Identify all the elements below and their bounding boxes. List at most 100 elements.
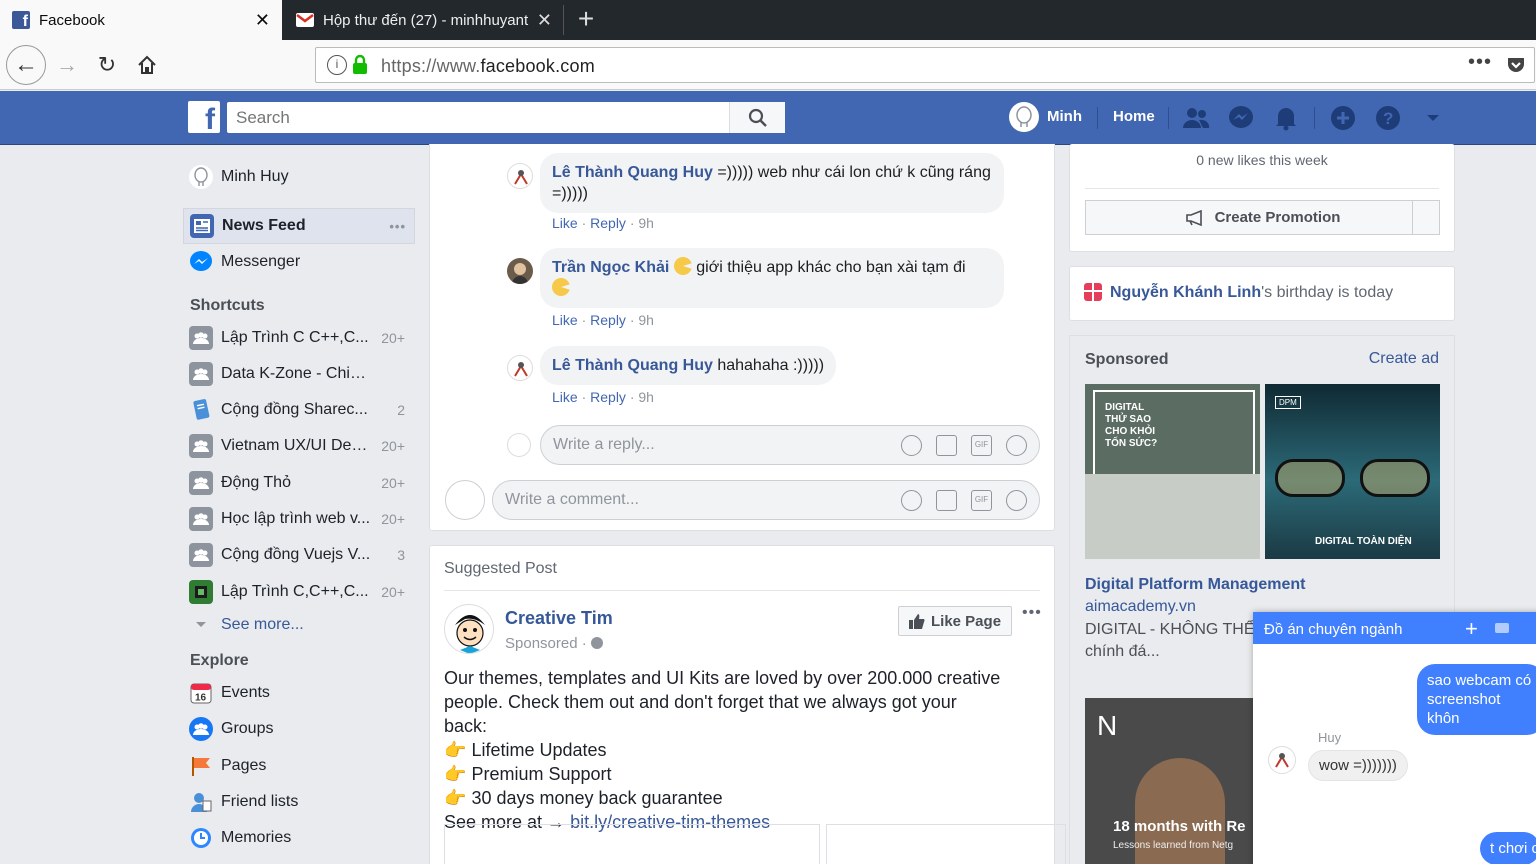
- create-plus-icon[interactable]: [1328, 103, 1358, 133]
- sidebar-item-label: Memories: [221, 829, 292, 846]
- gif-icon[interactable]: GIF: [971, 435, 992, 456]
- carousel-card[interactable]: [826, 824, 1066, 864]
- commenter-name[interactable]: Lê Thành Quang Huy: [552, 164, 713, 181]
- birthday-name-link[interactable]: Nguyễn Khánh Linh: [1110, 284, 1261, 301]
- user-avatar: [507, 433, 531, 457]
- post-options-icon[interactable]: •••: [1022, 604, 1042, 622]
- new-tab-icon[interactable]: +: [572, 4, 600, 34]
- divider: [1085, 188, 1439, 189]
- birthday-card[interactable]: Nguyễn Khánh Linh's birthday is today: [1069, 266, 1455, 321]
- gif-icon[interactable]: GIF: [971, 490, 992, 511]
- reply-link[interactable]: Reply: [590, 389, 626, 405]
- ad-image-3[interactable]: N 18 months with Re Lessons learned from…: [1085, 698, 1260, 864]
- shortcut-item[interactable]: Lập Trình C C++,C... 20+: [183, 320, 415, 356]
- shortcut-item[interactable]: Cộng đồng Sharec... 2: [183, 392, 415, 428]
- create-promotion-button[interactable]: Create Promotion: [1085, 200, 1440, 235]
- ad-image-1[interactable]: DIGITAL THỬ SAO CHO KHỎI TỐN SỨC?: [1085, 384, 1260, 559]
- sticker-icon[interactable]: [1006, 435, 1027, 456]
- video-call-icon[interactable]: [1495, 623, 1509, 633]
- commenter-name[interactable]: Trần Ngọc Khải: [552, 259, 669, 276]
- facebook-logo-icon[interactable]: f: [188, 101, 220, 133]
- facebook-header: f Minh Home ?: [0, 91, 1536, 145]
- commenter-avatar[interactable]: [507, 355, 533, 381]
- close-tab-icon[interactable]: ✕: [537, 10, 552, 31]
- sidebar-item-messenger[interactable]: Messenger: [183, 244, 415, 280]
- tab-gmail[interactable]: Hộp thư đến (27) - minhhuyant ✕: [284, 0, 564, 40]
- emoji-icon[interactable]: [901, 490, 922, 511]
- post-comments-card: Lê Thành Quang Huy =))))) web như cái lo…: [429, 144, 1055, 531]
- commenter-name[interactable]: Lê Thành Quang Huy: [552, 357, 713, 374]
- see-more-link[interactable]: See more...: [183, 607, 415, 643]
- sidebar-item-events[interactable]: 16 Events: [183, 675, 415, 711]
- like-link[interactable]: Like: [552, 215, 578, 231]
- info-icon[interactable]: i: [327, 55, 347, 75]
- shortcut-item[interactable]: Học lập trình web v... 20+: [183, 501, 415, 537]
- chat-header[interactable]: Đồ án chuyên ngành +: [1253, 612, 1536, 644]
- reply-link[interactable]: Reply: [590, 312, 626, 328]
- help-question-icon[interactable]: ?: [1373, 103, 1403, 133]
- shortcut-item[interactable]: Lập Trình C,C++,C... 20+: [183, 574, 415, 610]
- ad-image-2[interactable]: DPM DIGITAL TOÀN DIỆN: [1265, 384, 1440, 559]
- reply-link[interactable]: Reply: [590, 215, 626, 231]
- camera-icon[interactable]: [936, 435, 957, 456]
- search-icon[interactable]: [729, 102, 785, 133]
- commenter-avatar[interactable]: [507, 163, 533, 189]
- url-bar[interactable]: i https://www.facebook.com •••: [315, 47, 1535, 83]
- messenger-icon[interactable]: [1226, 103, 1256, 133]
- comment-input[interactable]: Write a comment... GIF: [492, 480, 1040, 520]
- shortcut-item[interactable]: Động Thỏ 20+: [183, 465, 415, 501]
- close-tab-icon[interactable]: ✕: [255, 10, 270, 31]
- like-link[interactable]: Like: [552, 389, 578, 405]
- notifications-bell-icon[interactable]: [1271, 103, 1301, 133]
- camera-icon[interactable]: [936, 490, 957, 511]
- back-arrow-icon[interactable]: ←: [6, 45, 46, 85]
- search-input[interactable]: [227, 102, 727, 133]
- commenter-avatar[interactable]: [507, 258, 533, 284]
- comment-time[interactable]: 9h: [638, 389, 654, 405]
- shortcut-label: Data K-Zone - Chia...: [221, 365, 371, 382]
- more-options-icon[interactable]: •••: [389, 219, 406, 234]
- shortcut-item[interactable]: Vietnam UX/UI Des... 20+: [183, 428, 415, 464]
- like-page-button[interactable]: Like Page: [898, 606, 1013, 636]
- page-actions-icon[interactable]: •••: [1468, 51, 1492, 74]
- sidebar-profile[interactable]: Minh Huy: [183, 159, 415, 195]
- emoji-icon[interactable]: [901, 435, 922, 456]
- comment-time[interactable]: 9h: [638, 312, 654, 328]
- sidebar-item-news-feed[interactable]: News Feed •••: [183, 208, 415, 244]
- create-ad-link[interactable]: Create ad: [1369, 350, 1439, 368]
- page-avatar[interactable]: [444, 604, 494, 654]
- add-person-icon[interactable]: +: [1465, 616, 1478, 642]
- shortcut-label: Cộng đồng Sharec...: [221, 401, 368, 418]
- home-link[interactable]: Home: [1113, 108, 1155, 125]
- sidebar-item-memories[interactable]: Memories: [183, 820, 415, 856]
- sidebar-item-groups[interactable]: Groups: [183, 711, 415, 747]
- ad-image-text: DIGITAL THỬ SAO CHO KHỎI TỐN SỨC?: [1105, 402, 1158, 449]
- home-icon[interactable]: [131, 49, 163, 81]
- forward-arrow-icon[interactable]: →: [51, 49, 83, 81]
- sender-avatar[interactable]: [1268, 746, 1296, 774]
- tab-facebook[interactable]: f Facebook ✕: [0, 0, 282, 40]
- sponsored-tag: Sponsored ·: [505, 635, 603, 652]
- friend-requests-icon[interactable]: [1181, 103, 1211, 133]
- shortcut-item[interactable]: Cộng đồng Vuejs V... 3: [183, 537, 415, 573]
- comment-time[interactable]: 9h: [638, 215, 654, 231]
- shortcut-item[interactable]: Data K-Zone - Chia...: [183, 356, 415, 392]
- reply-input[interactable]: Write a reply... GIF: [540, 425, 1040, 465]
- page-name-link[interactable]: Creative Tim: [505, 608, 613, 629]
- ad-image-text: 18 months with Re: [1113, 818, 1246, 835]
- like-link[interactable]: Like: [552, 312, 578, 328]
- user-avatar[interactable]: [1009, 102, 1039, 132]
- pacman-emoji-icon: [673, 257, 692, 275]
- ad-domain[interactable]: aimacademy.vn: [1085, 598, 1196, 616]
- carousel-card[interactable]: [444, 824, 820, 864]
- shortcuts-heading: Shortcuts: [190, 297, 265, 314]
- account-menu-caret-icon[interactable]: [1418, 103, 1448, 133]
- sidebar-item-friend-lists[interactable]: Friend lists: [183, 784, 415, 820]
- user-name-link[interactable]: Minh: [1047, 108, 1082, 125]
- sticker-icon[interactable]: [1006, 490, 1027, 511]
- reload-icon[interactable]: ↻: [91, 49, 123, 81]
- pocket-icon[interactable]: [1506, 55, 1526, 80]
- ad-title[interactable]: Digital Platform Management: [1085, 576, 1305, 594]
- sidebar-item-pages[interactable]: Pages: [183, 748, 415, 784]
- lock-icon[interactable]: [352, 54, 368, 80]
